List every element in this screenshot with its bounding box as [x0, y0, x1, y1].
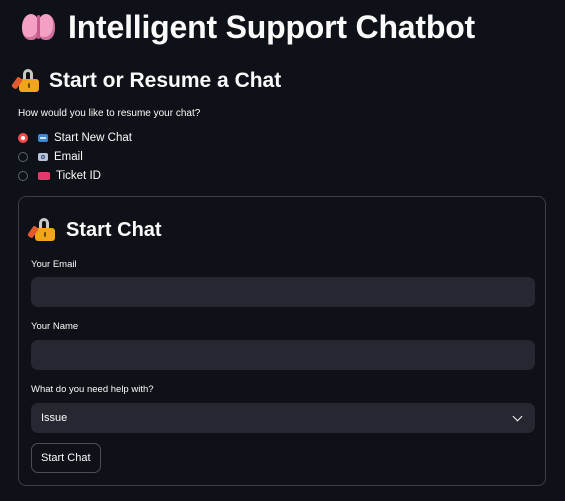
help-topic-selected-value: Issue	[41, 412, 68, 424]
start-chat-form: Start Chat Your Email Your Name What do …	[18, 196, 546, 486]
chat-page: Intelligent Support Chatbot Start or Res…	[0, 0, 565, 501]
app-title: Intelligent Support Chatbot	[22, 6, 475, 48]
radio-button[interactable]	[18, 170, 28, 181]
brain-icon	[22, 12, 56, 42]
help-topic-select[interactable]: Issue	[31, 403, 535, 433]
email-field[interactable]	[31, 277, 535, 307]
page-title: Intelligent Support Chatbot	[68, 9, 475, 45]
resume-method-radio-group: Start New Chat Email Ticket ID	[18, 128, 132, 185]
radio-option-label: Start New Chat	[54, 131, 132, 144]
start-chat-button[interactable]: Start Chat	[31, 443, 101, 473]
radio-option-ticket-id[interactable]: Ticket ID	[18, 166, 132, 185]
radio-option-label: Ticket ID	[56, 169, 101, 182]
name-label: Your Name	[31, 321, 79, 332]
resume-heading: Start or Resume a Chat	[11, 68, 282, 94]
help-topic-label: What do you need help with?	[31, 384, 154, 395]
ticket-icon	[38, 171, 50, 180]
resume-heading-text: Start or Resume a Chat	[49, 69, 282, 92]
radio-option-label: Email	[54, 150, 83, 163]
chevron-down-icon	[512, 411, 523, 421]
new-button-icon	[38, 133, 48, 142]
radio-button[interactable]	[18, 151, 28, 162]
resume-question-label: How would you like to resume your chat?	[18, 108, 201, 119]
lock-with-pen-icon	[27, 218, 56, 242]
radio-option-email[interactable]: Email	[18, 147, 132, 166]
start-chat-heading: Start Chat	[27, 218, 162, 242]
email-icon	[38, 152, 48, 161]
radio-option-start-new-chat[interactable]: Start New Chat	[18, 128, 132, 147]
start-chat-heading-text: Start Chat	[66, 219, 162, 241]
name-field[interactable]	[31, 340, 535, 370]
lock-with-pen-icon	[11, 69, 40, 93]
email-label: Your Email	[31, 259, 77, 270]
radio-button-selected[interactable]	[18, 132, 28, 143]
